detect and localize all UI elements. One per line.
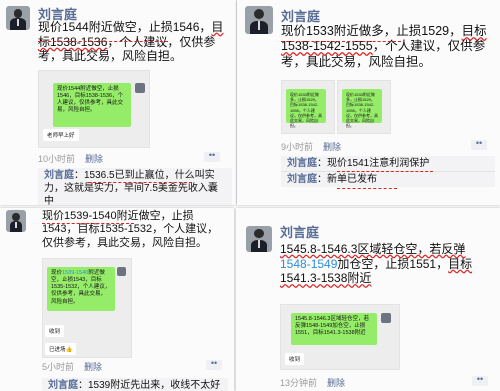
delete-link[interactable]: 删除 — [323, 142, 341, 152]
red-underline — [337, 171, 433, 172]
chat-reply: 老师早上好 — [43, 129, 79, 141]
post-meta: 9小时前 删除 — [281, 140, 341, 153]
more-dots-icon[interactable]: •• — [204, 151, 220, 162]
chat-bubble: 现价1533附近做多，止损1529，目标1538-1542-1555，个人建议，… — [286, 89, 326, 128]
comment[interactable]: 刘言庭：新单已发布 — [281, 171, 495, 187]
author-avatar-icon[interactable] — [6, 6, 30, 30]
chat-avatar-icon — [381, 313, 391, 323]
chat-screenshot[interactable]: 1545.8-1546.3区域轻仓空，若反弹1548-1549加仓空，止损155… — [280, 304, 400, 370]
comment[interactable]: 刘言庭：现价1541注意利润保护 — [281, 156, 495, 171]
author-name[interactable]: 刘言庭 — [280, 222, 319, 241]
post-meta: 5小时前 删除 — [42, 360, 102, 373]
chat-bubble: 1545.8-1546.3区域轻仓空，若反弹1548-1549加仓空，止损155… — [291, 313, 377, 345]
delete-link[interactable]: 删除 — [327, 378, 345, 388]
post-highlight: 1548-1549 — [280, 256, 338, 271]
comment-text: 现价1541注意利润保护 — [327, 158, 430, 169]
moment-panel-4: 刘言庭 1545.8-1546.3区域轻仓空，若反弹1548-1549加仓空，止… — [236, 208, 500, 391]
chat-avatar-icon — [135, 83, 145, 93]
red-underline — [88, 182, 192, 183]
author-avatar-icon[interactable] — [6, 210, 26, 232]
comment-box: 刘言庭：1536.5已到止赢位，什么叫实力，这就是实力，早间7.5美金先收入囊中 — [38, 168, 232, 205]
chat-screenshot[interactable]: 现价1539-1540附近做空，止损1543，目标1535-1532，个人建议，… — [42, 258, 132, 358]
chat-bubble: 现价1539-1540附近做空，止损1543，目标1535-1532，个人建议，… — [47, 267, 115, 311]
comment-author[interactable]: 刘言庭 — [287, 158, 317, 169]
post-meta: 10小时前 删除 — [38, 152, 103, 165]
post-time: 9小时前 — [281, 142, 314, 152]
chat-screenshot[interactable]: 现价1533附近做多，止损1529，目标1538-1542-1555，个人建议，… — [337, 80, 391, 134]
moment-panel-3: 现价1539-1540附近做空，止损1543，目标1535-1532，个人建议，… — [0, 208, 234, 391]
red-underline — [337, 188, 397, 189]
post-text: 现价1533附近做多，止损1529，目标1538-1542-1555，个人建议，… — [281, 24, 495, 70]
chat-reply: 已进场👍 — [45, 343, 77, 355]
delete-link[interactable]: 删除 — [85, 154, 103, 164]
red-underline — [42, 223, 134, 224]
comment-author[interactable]: 刘言庭 — [44, 170, 74, 181]
post-text: 1545.8-1546.3区域轻仓空，若反弹1548-1549加仓空，止损155… — [280, 242, 492, 286]
chat-bubble: 现价1533附近做多，止损1529，目标1538-1542-1555，个人建议，… — [342, 89, 382, 128]
author-avatar-icon[interactable] — [246, 226, 272, 252]
red-underline — [281, 41, 401, 42]
moment-panel-2: 刘言庭 现价1533附近做多，止损1529，目标1538-1542-1555，个… — [237, 0, 500, 205]
more-dots-icon[interactable]: •• — [206, 359, 222, 370]
moment-panel-1: 刘言庭 现价1544附近做空，止损1546，目标1538-1536，个人建议，仅… — [0, 0, 236, 205]
chat-avatar-icon — [117, 267, 126, 276]
more-dots-icon[interactable]: •• — [472, 375, 488, 386]
chat-reply: 收到 — [285, 353, 305, 365]
author-avatar-icon[interactable] — [245, 6, 273, 34]
chat-screenshot[interactable]: 现价1533附近做多，止损1529，目标1538-1542-1555，个人建议，… — [281, 80, 335, 134]
chat-screenshot[interactable]: 现价1544附近做空，止损1546，目标1538-1536，个人建议，仅供参考，… — [38, 70, 150, 148]
comment[interactable]: 刘言庭：1539附近先出来，收线不太好看 — [42, 378, 228, 391]
post-meta: 13分钟前 删除 — [280, 376, 345, 389]
delete-link[interactable]: 删除 — [84, 362, 102, 372]
comment-box: 刘言庭：1539附近先出来，收线不太好看 — [42, 378, 228, 391]
comment-author[interactable]: 刘言庭 — [48, 380, 78, 391]
post-text-a: 现价1533附近做多，止损1529， — [281, 24, 462, 38]
post-text: 现价1539-1540附近做空，止损1543，目标1535-1532，个人建议，… — [42, 210, 219, 249]
post-text-a: 1545.8-1546.3区域轻仓空，若反弹 — [280, 242, 466, 256]
comment[interactable]: 刘言庭：1536.5已到止赢位，什么叫实力，这就是实力，早间7.5美金先收入囊中 — [38, 168, 232, 205]
red-underline — [38, 41, 168, 42]
comment-author[interactable]: 刘言庭 — [287, 174, 317, 185]
chat-bubble: 现价1544附近做空，止损1546，目标1538-1536，个人建议，仅供参考，… — [53, 83, 131, 127]
more-dots-icon[interactable]: •• — [471, 139, 487, 150]
post-text-b: 加仓空，止损1551， — [337, 256, 449, 271]
post-time: 10小时前 — [38, 154, 76, 164]
comment-text: 新单已发布 — [327, 174, 377, 185]
post-text-a: 现价1544附近做空，止损1546， — [38, 20, 212, 34]
post-time: 13分钟前 — [280, 378, 318, 388]
post-time: 5小时前 — [42, 362, 75, 372]
chat-reply: 收到 — [45, 325, 65, 337]
author-name[interactable]: 刘言庭 — [281, 6, 320, 25]
